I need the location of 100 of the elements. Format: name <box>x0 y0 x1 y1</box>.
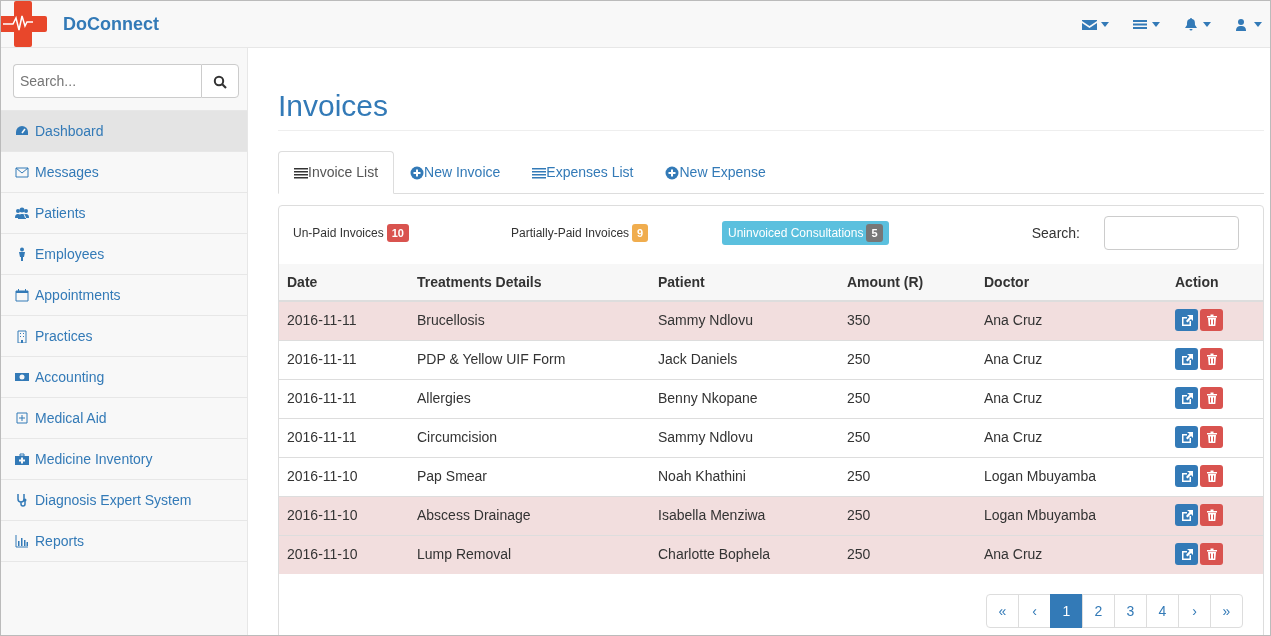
banknote-icon <box>15 370 29 384</box>
table-cell: 250 <box>839 340 976 379</box>
edit-button[interactable] <box>1175 309 1198 332</box>
trash-icon <box>1205 548 1218 561</box>
trash-icon <box>1205 314 1218 327</box>
table-cell: Ana Cruz <box>976 340 1167 379</box>
sidebar-item[interactable]: Diagnosis Expert System <box>1 480 247 521</box>
count-badge: 9 <box>632 223 649 243</box>
brand-name[interactable]: DoConnect <box>63 10 159 38</box>
delete-button[interactable] <box>1200 426 1223 448</box>
search-field[interactable] <box>1104 216 1239 250</box>
table-cell: Ana Cruz <box>976 535 1167 574</box>
tab[interactable]: Invoice List <box>278 151 395 194</box>
search-label: Search: <box>1031 223 1080 243</box>
trash-icon <box>1205 470 1218 482</box>
column-header: Date <box>279 264 409 301</box>
table-cell: 2016-11-11 <box>279 301 409 340</box>
table-cell: Ana Cruz <box>976 418 1167 457</box>
edit-button[interactable] <box>1175 387 1198 409</box>
list-icon <box>294 165 308 180</box>
column-header: Doctor <box>976 264 1167 301</box>
sidebar-item[interactable]: Dashboard <box>1 111 247 152</box>
sidebar-item[interactable]: Messages <box>1 152 247 193</box>
table-cell: Sammy Ndlovu <box>650 301 839 340</box>
filter-button[interactable]: Uninvoiced Consultations 5 <box>722 220 889 246</box>
filter-button[interactable]: Partially-Paid Invoices 9 <box>505 220 655 246</box>
delete-button[interactable] <box>1200 348 1223 370</box>
table-cell: Allergies <box>409 379 650 418</box>
table-cell: Isabella Menziwa <box>650 496 839 535</box>
delete-button[interactable] <box>1200 504 1223 526</box>
table-cell: Circumcision <box>409 418 650 457</box>
external-link-icon <box>1180 509 1193 521</box>
table-cell: 2016-11-11 <box>279 379 409 418</box>
sidebar-item[interactable]: Accounting <box>1 357 247 398</box>
sidebar-item[interactable]: Reports <box>1 521 247 562</box>
table-cell: Lump Removal <box>409 535 650 574</box>
page-link[interactable]: 2 <box>1082 594 1115 628</box>
building-icon <box>15 329 29 343</box>
table-cell: Ana Cruz <box>976 379 1167 418</box>
trash-icon <box>1205 509 1218 521</box>
table-cell: Charlotte Bophela <box>650 535 839 574</box>
external-link-icon <box>1180 353 1193 365</box>
external-link-icon <box>1180 431 1193 443</box>
dashboard-icon <box>15 124 29 138</box>
count-badge: 5 <box>866 223 883 243</box>
edit-button[interactable] <box>1175 426 1198 448</box>
plus-circle-icon <box>410 165 425 180</box>
column-header: Amount (R) <box>839 264 976 301</box>
edit-button[interactable] <box>1175 543 1198 566</box>
trash-icon <box>1205 353 1218 365</box>
table-cell: 250 <box>839 418 976 457</box>
sidebar-item[interactable]: Employees <box>1 234 247 275</box>
caret-icon <box>1152 21 1160 27</box>
delete-button[interactable] <box>1200 387 1223 409</box>
page-link[interactable]: 3 <box>1114 594 1147 628</box>
sidebar-item[interactable]: Appointments <box>1 275 247 316</box>
edit-button[interactable] <box>1175 504 1198 526</box>
table-cell: 2016-11-11 <box>279 418 409 457</box>
medkit-icon <box>15 452 29 466</box>
delete-button[interactable] <box>1200 309 1223 332</box>
external-link-icon <box>1180 548 1193 561</box>
page-link[interactable]: « <box>986 594 1019 628</box>
edit-button[interactable] <box>1175 348 1198 370</box>
page-link[interactable]: ‹ <box>1018 594 1051 628</box>
trash-icon <box>1205 431 1218 443</box>
table-cell: 250 <box>839 496 976 535</box>
table-cell: Jack Daniels <box>650 340 839 379</box>
page-link[interactable]: 1 <box>1050 594 1083 628</box>
caret-icon <box>1254 21 1262 27</box>
sidebar-item[interactable]: Medical Aid <box>1 398 247 439</box>
table-cell: 2016-11-11 <box>279 340 409 379</box>
stethoscope-icon <box>15 493 29 507</box>
sidebar-item[interactable]: Practices <box>1 316 247 357</box>
envelope-icon <box>15 165 29 179</box>
page-link[interactable]: › <box>1178 594 1211 628</box>
bar-chart-icon <box>15 534 29 548</box>
delete-button[interactable] <box>1200 465 1223 487</box>
dropdown-toggle-button[interactable] <box>1184 16 1211 32</box>
filter-button[interactable]: Un-Paid Invoices 10 <box>287 220 415 246</box>
tab[interactable]: New Expense <box>649 151 782 194</box>
table-cell: Benny Nkopane <box>650 379 839 418</box>
plus-circle-icon <box>665 165 680 180</box>
table-cell: Logan Mbuyamba <box>976 496 1167 535</box>
search-icon <box>213 74 227 89</box>
column-header: Treatments Details <box>409 264 650 301</box>
dropdown-toggle-button[interactable] <box>1235 16 1262 32</box>
table-cell: 2016-11-10 <box>279 535 409 574</box>
sidebar-item[interactable]: Medicine Inventory <box>1 439 247 480</box>
page-link[interactable]: » <box>1210 594 1243 628</box>
caret-icon <box>1203 21 1211 27</box>
search-button[interactable] <box>201 64 239 98</box>
tab[interactable]: New Invoice <box>394 151 517 194</box>
page-link[interactable]: 4 <box>1146 594 1179 628</box>
delete-button[interactable] <box>1200 543 1223 566</box>
caret-icon <box>1101 21 1109 27</box>
sidebar-item[interactable]: Patients <box>1 193 247 234</box>
search-field[interactable]: Search... <box>13 64 201 98</box>
column-header: Patient <box>650 264 839 301</box>
tab[interactable]: Expenses List <box>516 151 650 194</box>
edit-button[interactable] <box>1175 465 1198 487</box>
